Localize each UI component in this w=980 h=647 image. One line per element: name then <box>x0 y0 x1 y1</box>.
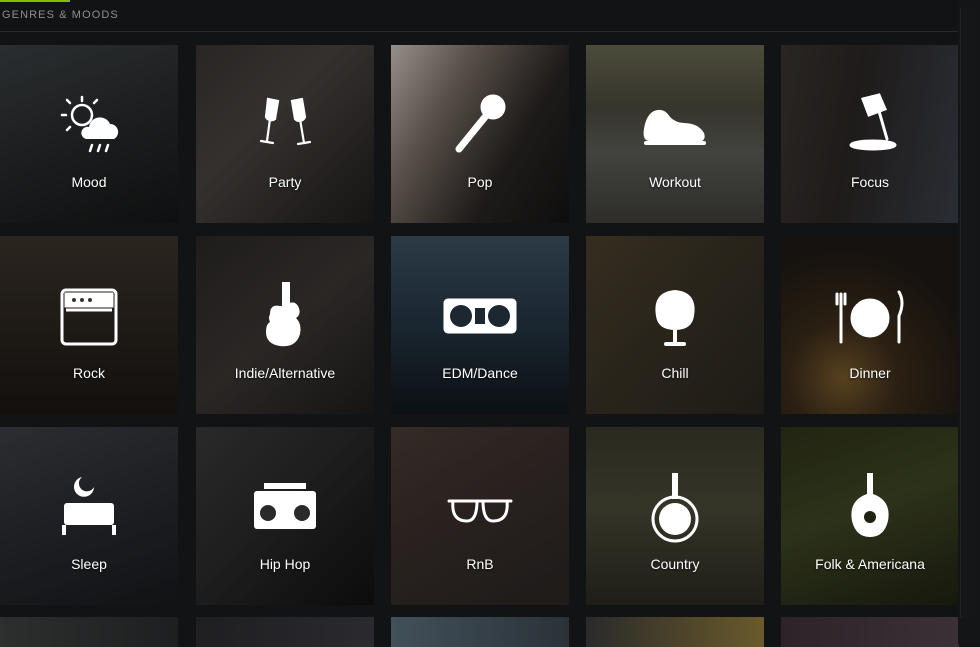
tile-label: Workout <box>649 174 701 190</box>
tile-dinner[interactable]: Dinner <box>781 236 959 414</box>
sneaker-icon <box>638 89 712 163</box>
bed-moon-icon <box>52 471 126 545</box>
tile-folk[interactable]: Folk & Americana <box>781 427 959 605</box>
tile-label: Folk & Americana <box>815 556 925 572</box>
header-accent-bar <box>0 0 70 2</box>
champagne-glasses-icon <box>248 89 322 163</box>
tile-label: Chill <box>661 365 689 381</box>
tile-hiphop[interactable]: Hip Hop <box>196 427 374 605</box>
tile-label: Country <box>650 556 700 572</box>
tile-workout[interactable]: Workout <box>586 45 764 223</box>
tile-label: Party <box>268 174 302 190</box>
scrollbar[interactable] <box>958 0 980 644</box>
tile-label: EDM/Dance <box>442 365 518 381</box>
tile-edm[interactable]: EDM/Dance <box>391 236 569 414</box>
tile-row4-5[interactable] <box>781 617 959 647</box>
boombox-icon <box>248 471 322 545</box>
tile-label: Dinner <box>849 365 891 381</box>
microphone-icon <box>443 89 517 163</box>
weather-mood-icon <box>52 89 126 163</box>
sunglasses-icon <box>443 471 517 545</box>
mandolin-icon <box>833 471 907 545</box>
tile-label: Rock <box>73 365 105 381</box>
section-title: GENRES & MOODS <box>2 9 119 21</box>
egg-chair-icon <box>638 280 712 354</box>
tile-label: Mood <box>71 174 107 190</box>
tile-focus[interactable]: Focus <box>781 45 959 223</box>
dj-turntables-icon <box>443 280 517 354</box>
section-header: GENRES & MOODS <box>0 0 958 32</box>
tile-label: Hip Hop <box>259 556 311 572</box>
tile-row4-2[interactable] <box>196 617 374 647</box>
tile-label: Indie/Alternative <box>234 365 336 381</box>
tile-label: Focus <box>850 174 890 190</box>
tile-sleep[interactable]: Sleep <box>0 427 178 605</box>
tile-rnb[interactable]: RnB <box>391 427 569 605</box>
plate-cutlery-icon <box>833 280 907 354</box>
tile-rock[interactable]: Rock <box>0 236 178 414</box>
tile-row4-4[interactable] <box>586 617 764 647</box>
tile-row4-3[interactable] <box>391 617 569 647</box>
amplifier-icon <box>52 280 126 354</box>
tile-pop[interactable]: Pop <box>391 45 569 223</box>
tile-label: Sleep <box>71 556 107 572</box>
tile-indie[interactable]: Indie/Alternative <box>196 236 374 414</box>
tile-row4-1[interactable] <box>0 617 178 647</box>
desk-lamp-icon <box>833 89 907 163</box>
tile-chill[interactable]: Chill <box>586 236 764 414</box>
scrollbar-thumb[interactable] <box>960 8 977 618</box>
tile-label: Pop <box>467 174 493 190</box>
banjo-icon <box>638 471 712 545</box>
tile-label: RnB <box>466 556 494 572</box>
tile-mood[interactable]: Mood <box>0 45 178 223</box>
electric-guitar-icon <box>248 280 322 354</box>
tile-country[interactable]: Country <box>586 427 764 605</box>
tile-party[interactable]: Party <box>196 45 374 223</box>
